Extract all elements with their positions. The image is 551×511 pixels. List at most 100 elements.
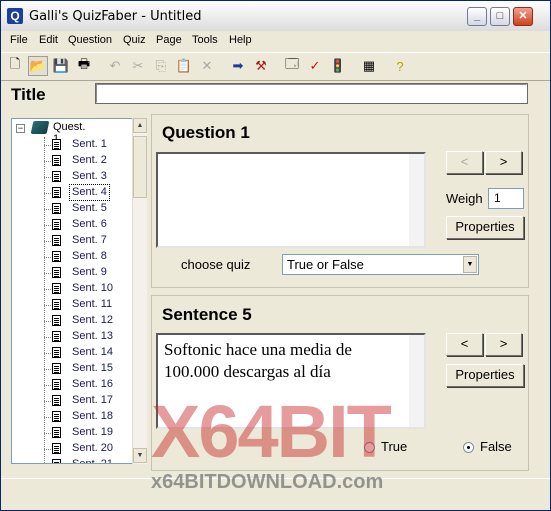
document-icon bbox=[52, 171, 61, 182]
new-file-icon[interactable]: 🗋 bbox=[5, 56, 25, 76]
cut-icon[interactable]: ✂ bbox=[128, 56, 148, 76]
tree-item-label: Sent. 21 bbox=[72, 458, 113, 464]
question-tree[interactable]: − Quest. 1 Sent. 1Sent. 2Sent. 3Sent. 4S… bbox=[11, 118, 147, 464]
properties-icon[interactable]: 🗔 bbox=[282, 56, 302, 76]
tree-connector bbox=[44, 385, 51, 386]
scroll-up-icon[interactable]: ▲ bbox=[133, 118, 147, 133]
tree-connector bbox=[44, 417, 51, 418]
document-icon bbox=[52, 459, 61, 463]
tree-item-label: Sent. 18 bbox=[72, 410, 113, 422]
true-radio[interactable] bbox=[364, 442, 375, 453]
tree-item-label: Sent. 14 bbox=[72, 346, 113, 358]
document-icon bbox=[52, 443, 61, 454]
menu-quiz[interactable]: Quiz bbox=[123, 34, 146, 46]
tree-connector bbox=[44, 305, 51, 306]
book-icon bbox=[30, 121, 50, 134]
menu-tools[interactable]: Tools bbox=[192, 34, 218, 46]
maximize-button[interactable]: □ bbox=[490, 7, 510, 26]
tree-connector bbox=[44, 225, 51, 226]
undo-icon[interactable]: ↶ bbox=[105, 56, 125, 76]
calculator-icon[interactable]: ▦ bbox=[359, 56, 379, 76]
title-row: Title bbox=[1, 82, 550, 112]
tree-item-label: Sent. 2 bbox=[72, 154, 107, 166]
choose-quiz-label: choose quiz bbox=[181, 257, 251, 272]
traffic-light-icon[interactable]: 🚦 bbox=[328, 56, 348, 76]
tree-item-label: Sent. 15 bbox=[72, 362, 113, 374]
menu-help[interactable]: Help bbox=[229, 34, 252, 46]
tree-connector bbox=[44, 241, 51, 242]
document-icon bbox=[52, 411, 61, 422]
tree-connector bbox=[44, 257, 51, 258]
tree-connector bbox=[44, 449, 51, 450]
sentence-prev-button[interactable]: < bbox=[446, 333, 483, 356]
tree-item-label: Sent. 13 bbox=[72, 330, 113, 342]
question-properties-button[interactable]: Properties bbox=[446, 216, 524, 239]
sentence-text-scrollbar[interactable] bbox=[409, 335, 424, 427]
check-icon[interactable]: ✓ bbox=[305, 56, 325, 76]
tree-item-label: Sent. 3 bbox=[72, 170, 107, 182]
tree-connector bbox=[44, 353, 51, 354]
document-icon bbox=[52, 155, 61, 166]
document-icon bbox=[52, 379, 61, 390]
tree-item-label: Sent. 9 bbox=[72, 266, 107, 278]
quiz-type-select[interactable]: True or False ▼ bbox=[282, 254, 479, 275]
save-icon[interactable]: 💾 bbox=[51, 56, 71, 76]
menu-question[interactable]: Question bbox=[68, 34, 112, 46]
tree-item-label: Sent. 12 bbox=[72, 314, 113, 326]
hammer-icon[interactable]: ⚒ bbox=[251, 56, 271, 76]
delete-icon[interactable]: ✕ bbox=[197, 56, 217, 76]
collapse-icon[interactable]: − bbox=[16, 124, 25, 133]
tree-connector bbox=[44, 209, 51, 210]
question-panel: Question 1 < > Weigh 1 Properties choose… bbox=[151, 114, 529, 288]
tree-item-label: Sent. 7 bbox=[72, 234, 107, 246]
help-icon[interactable]: ? bbox=[390, 56, 410, 76]
true-label: True bbox=[381, 439, 408, 454]
tree-item-label: Sent. 6 bbox=[72, 218, 107, 230]
sentence-next-button[interactable]: > bbox=[485, 333, 522, 356]
document-icon bbox=[52, 299, 61, 310]
tree-scrollbar[interactable]: ▲ ▼ bbox=[132, 118, 147, 464]
chevron-down-icon[interactable]: ▼ bbox=[463, 256, 477, 273]
paste-icon[interactable]: 📋 bbox=[174, 56, 194, 76]
scroll-thumb[interactable] bbox=[133, 136, 147, 198]
scroll-down-icon[interactable]: ▼ bbox=[133, 448, 147, 463]
open-folder-icon[interactable]: 📂 bbox=[28, 56, 48, 76]
text-scrollbar[interactable] bbox=[409, 154, 424, 246]
document-icon bbox=[52, 267, 61, 278]
false-radio[interactable] bbox=[463, 442, 474, 453]
tree-item-label: Sent. 11 bbox=[72, 298, 113, 310]
minimize-button[interactable]: _ bbox=[467, 7, 487, 26]
menu-page[interactable]: Page bbox=[156, 34, 182, 46]
menu-bar: File Edit Question Quiz Page Tools Help bbox=[1, 31, 550, 51]
document-icon bbox=[52, 219, 61, 230]
status-bar bbox=[1, 478, 550, 502]
document-icon bbox=[52, 315, 61, 326]
tree-connector bbox=[44, 321, 51, 322]
document-icon bbox=[52, 283, 61, 294]
document-icon bbox=[52, 347, 61, 358]
sentence-properties-button[interactable]: Properties bbox=[446, 364, 524, 387]
app-icon: Q bbox=[7, 8, 23, 24]
tree-connector bbox=[44, 145, 51, 146]
print-icon[interactable]: 🖶 bbox=[74, 56, 94, 76]
sentence-text-area[interactable]: Softonic hace una media de 100.000 desca… bbox=[156, 333, 426, 429]
question-text-area[interactable] bbox=[156, 152, 426, 248]
title-input[interactable] bbox=[95, 83, 528, 104]
close-button[interactable]: ✕ bbox=[513, 7, 533, 26]
tree-item-label: Sent. 17 bbox=[72, 394, 113, 406]
forward-arrow-icon[interactable]: ➡ bbox=[228, 56, 248, 76]
document-icon bbox=[52, 235, 61, 246]
tree-connector bbox=[44, 433, 51, 434]
menu-file[interactable]: File bbox=[10, 34, 28, 46]
tree-item-label: Sent. 10 bbox=[72, 282, 113, 294]
question-prev-button[interactable]: < bbox=[446, 151, 483, 174]
question-next-button[interactable]: > bbox=[485, 151, 522, 174]
title-bar[interactable]: Q Galli's QuizFaber - Untitled _ □ ✕ bbox=[1, 1, 550, 32]
copy-icon[interactable]: ⎘ bbox=[151, 56, 171, 76]
weight-label: Weigh bbox=[446, 191, 483, 206]
weight-input[interactable]: 1 bbox=[488, 188, 524, 209]
document-icon bbox=[52, 331, 61, 342]
menu-edit[interactable]: Edit bbox=[39, 34, 58, 46]
tree-connector bbox=[44, 273, 51, 274]
tree-connector bbox=[44, 177, 51, 178]
